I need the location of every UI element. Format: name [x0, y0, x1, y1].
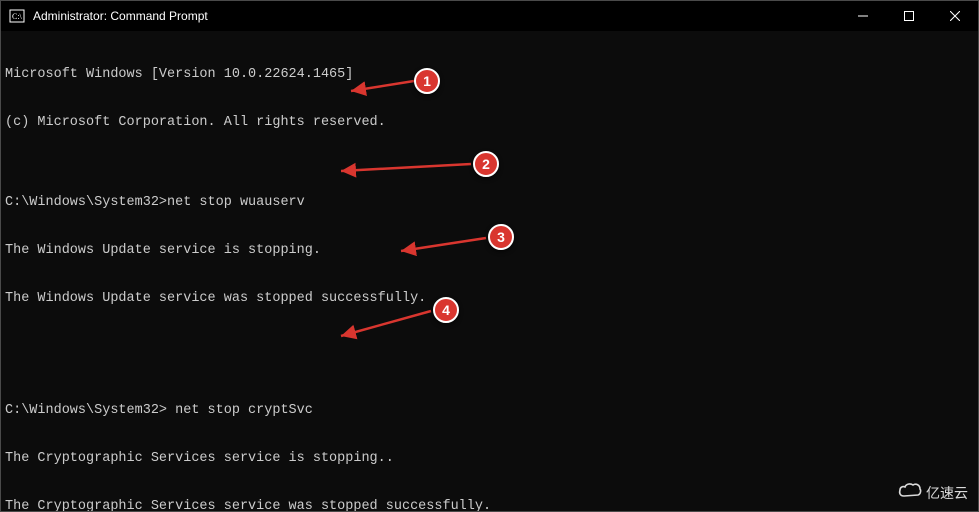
- app-icon: C:\: [9, 8, 25, 24]
- minimize-button[interactable]: [840, 1, 886, 31]
- cloud-icon: [898, 482, 922, 503]
- close-button[interactable]: [932, 1, 978, 31]
- maximize-button[interactable]: [886, 1, 932, 31]
- callout-3: 3: [488, 224, 514, 250]
- window-title: Administrator: Command Prompt: [33, 9, 840, 23]
- watermark-text: 亿速云: [926, 483, 968, 503]
- callout-4: 4: [433, 297, 459, 323]
- terminal-line: Microsoft Windows [Version 10.0.22624.14…: [5, 67, 974, 83]
- callout-2: 2: [473, 151, 499, 177]
- terminal-output[interactable]: Microsoft Windows [Version 10.0.22624.14…: [1, 31, 978, 511]
- terminal-line: The Windows Update service was stopped s…: [5, 291, 974, 307]
- callout-1: 1: [414, 68, 440, 94]
- terminal-line: The Windows Update service is stopping.: [5, 243, 974, 259]
- terminal-line: C:\Windows\System32>net stop wuauserv: [5, 195, 974, 211]
- terminal-line: (c) Microsoft Corporation. All rights re…: [5, 115, 974, 131]
- watermark: 亿速云: [898, 482, 968, 503]
- window-controls: [840, 1, 978, 31]
- svg-text:C:\: C:\: [12, 12, 23, 21]
- titlebar[interactable]: C:\ Administrator: Command Prompt: [1, 1, 978, 31]
- terminal-line: The Cryptographic Services service is st…: [5, 451, 974, 467]
- terminal-line: The Cryptographic Services service was s…: [5, 499, 974, 511]
- command-prompt-window: C:\ Administrator: Command Prompt Micros…: [0, 0, 979, 512]
- terminal-line: C:\Windows\System32> net stop cryptSvc: [5, 403, 974, 419]
